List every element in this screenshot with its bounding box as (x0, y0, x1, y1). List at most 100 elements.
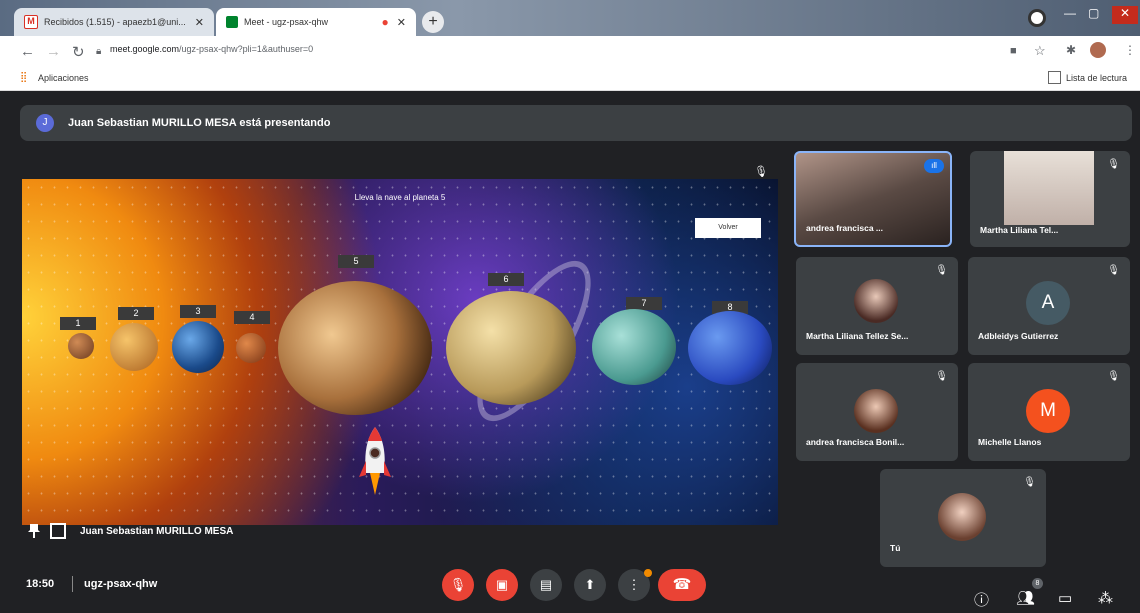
camera-indicator-icon[interactable]: ■ (1010, 45, 1017, 57)
planet-label-5: 5 (338, 255, 374, 268)
participant-tile-michelle[interactable]: 🎙︎ M Michelle Llanos (968, 363, 1130, 461)
leave-call-button[interactable]: ☎︎ (658, 569, 706, 601)
participant-avatar: M (1026, 389, 1070, 433)
forward-icon[interactable]: → (46, 43, 61, 60)
present-button[interactable]: ⬆ (574, 569, 606, 601)
apps-link[interactable]: Aplicaciones (38, 73, 89, 83)
divider (72, 576, 73, 592)
planet-mercury[interactable] (68, 333, 94, 359)
lock-icon: 🔒︎ (96, 46, 102, 57)
meeting-time: 18:50 (26, 578, 55, 590)
planet-jupiter[interactable] (278, 281, 432, 415)
participant-tile-martha-tellez[interactable]: 🎙︎ Martha Liliana Tellez Se... (796, 257, 958, 355)
tab-gmail[interactable]: M Recibidos (1.515) - apaezb1@uni... ✕ (14, 8, 214, 36)
meet-window: J Juan Sebastian MURILLO MESA está prese… (0, 91, 1140, 613)
planet-earth[interactable] (172, 321, 224, 373)
participant-tile-martha-video[interactable]: 🎙︎ Martha Liliana Tel... (970, 151, 1130, 247)
url-host: meet.google.com (110, 44, 180, 54)
planet-label-6: 6 (488, 273, 524, 286)
close-icon[interactable]: ✕ (397, 16, 406, 29)
browser-tab-bar: M Recibidos (1.515) - apaezb1@uni... ✕ M… (0, 0, 1140, 36)
captions-button[interactable]: ▤ (530, 569, 562, 601)
presenter-avatar: J (36, 114, 54, 132)
meet-icon (226, 16, 238, 28)
mic-off-icon: 🎙︎ (1023, 477, 1036, 488)
present-window-icon[interactable] (50, 523, 66, 539)
present-icon: ⬆ (584, 577, 596, 592)
participant-photo (854, 279, 898, 323)
url-text[interactable]: meet.google.com/ugz-psax-qhw?pli=1&authu… (110, 44, 313, 54)
back-slide-button[interactable]: Volver (695, 218, 761, 238)
participant-name: Martha Liliana Tel... (980, 225, 1059, 235)
mic-off-icon: 🎙︎ (1107, 265, 1120, 276)
activities-icon[interactable]: ⁂ (1098, 589, 1113, 607)
mic-off-icon: 🎙︎ (935, 265, 948, 276)
people-icon[interactable]: 👥︎ (1016, 589, 1035, 607)
mic-off-icon: 🎙︎ (1107, 371, 1120, 382)
participant-tile-andrea-bonil[interactable]: 🎙︎ andrea francisca Bonil... (796, 363, 958, 461)
chat-icon[interactable]: ▭ (1058, 589, 1072, 607)
participant-name: Michelle Llanos (978, 437, 1042, 447)
menu-icon[interactable]: ⋮ (1124, 43, 1136, 57)
notification-dot (644, 569, 652, 577)
mic-off-icon: 🎙︎ (935, 371, 948, 382)
plus-icon[interactable]: + (422, 11, 444, 33)
planet-neptune[interactable] (688, 311, 772, 385)
planet-venus[interactable] (110, 323, 158, 371)
speaking-icon: ıll (924, 159, 944, 173)
profile-icon[interactable] (1090, 42, 1106, 58)
captions-icon: ▤ (539, 577, 553, 592)
url-path: /ugz-psax-qhw?pli=1&authuser=0 (179, 44, 314, 54)
participant-name: Adbleidys Gutierrez (978, 331, 1059, 341)
presentation-stage: Lleva la nave al planeta 5 Volver 1 2 3 … (22, 179, 778, 525)
rocket-icon[interactable] (358, 425, 392, 499)
presenter-name: Juan Sebastian MURILLO MESA (80, 525, 234, 537)
extensions-icon[interactable]: ✱ (1066, 43, 1076, 57)
participant-tile-andrea-video[interactable]: ıll andrea francisca ... (794, 151, 952, 247)
planet-saturn[interactable] (446, 291, 576, 405)
participant-name: Martha Liliana Tellez Se... (806, 331, 909, 341)
tab-meet[interactable]: Meet - ugz-psax-qhw ● ✕ (216, 8, 416, 36)
participant-video (1004, 151, 1094, 225)
reading-list-link[interactable]: Lista de lectura (1066, 73, 1127, 83)
camera-toggle-button[interactable]: ▣ (486, 569, 518, 601)
planet-uranus[interactable] (592, 309, 676, 385)
apps-icon[interactable]: ⣿ (20, 72, 27, 83)
planet-label-2: 2 (118, 307, 154, 320)
camera-off-icon: ▣ (495, 577, 509, 592)
mic-off-icon: 🎙︎ (449, 577, 467, 592)
info-icon[interactable]: ⓘ (974, 589, 989, 610)
tab-title: Recibidos (1.515) - apaezb1@uni... (44, 17, 186, 27)
back-icon[interactable]: ← (20, 43, 35, 60)
reading-list-icon[interactable] (1048, 71, 1061, 84)
tab-title: Meet - ugz-psax-qhw (244, 17, 329, 27)
pin-icon[interactable] (28, 524, 40, 538)
presenting-banner: J Juan Sebastian MURILLO MESA está prese… (20, 105, 1132, 141)
participant-name: andrea francisca ... (806, 223, 884, 233)
planet-label-3: 3 (180, 305, 216, 318)
star-icon[interactable]: ☆ (1034, 43, 1046, 59)
slide-title: Lleva la nave al planeta 5 (354, 193, 446, 202)
bookmarks-bar: ⣿ Aplicaciones Lista de lectura (0, 66, 1140, 91)
participant-avatar: A (1026, 281, 1070, 325)
presenting-text: Juan Sebastian MURILLO MESA está present… (68, 117, 331, 129)
maximize-button[interactable]: ▢ (1088, 6, 1099, 24)
participant-photo (938, 493, 986, 541)
minimize-button[interactable]: — (1064, 6, 1076, 24)
participant-name: andrea francisca Bonil... (806, 437, 905, 447)
presenter-label: Juan Sebastian MURILLO MESA (28, 523, 233, 539)
planet-mars[interactable] (236, 333, 266, 363)
address-bar: ← → ↻ 🔒︎ meet.google.com/ugz-psax-qhw?pl… (0, 36, 1140, 66)
people-count-badge: 8 (1032, 578, 1043, 589)
mic-off-icon: 🎙︎ (1107, 159, 1120, 170)
planet-label-1: 1 (60, 317, 96, 330)
close-window-button[interactable]: ✕ (1112, 6, 1138, 24)
participant-tile-adbleidys[interactable]: 🎙︎ A Adbleidys Gutierrez (968, 257, 1130, 355)
participant-name: Tú (890, 543, 901, 553)
close-icon[interactable]: ✕ (195, 16, 204, 29)
reload-icon[interactable]: ↻ (72, 43, 85, 61)
window-profile-icon[interactable] (1028, 9, 1046, 27)
hangup-icon: ☎︎ (672, 576, 692, 593)
mic-toggle-button[interactable]: 🎙︎ (442, 569, 474, 601)
participant-tile-self[interactable]: 🎙︎ Tú (880, 469, 1046, 567)
